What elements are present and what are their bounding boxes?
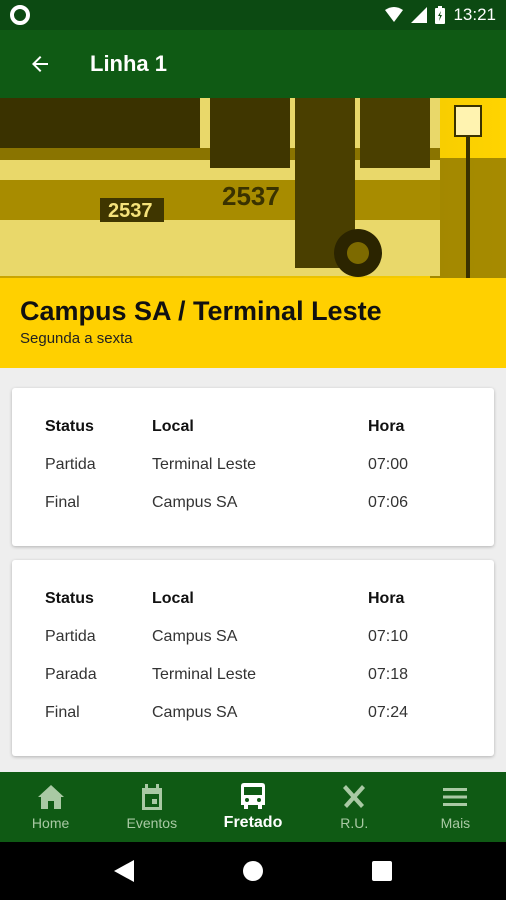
nav-item-label: R.U. <box>340 815 369 831</box>
stop-local: Terminal Leste <box>152 666 257 683</box>
stop-local: Campus SA <box>152 704 238 721</box>
notification-icon <box>10 5 30 25</box>
system-recents-button[interactable] <box>372 861 392 881</box>
nav-item-label: Eventos <box>126 815 178 831</box>
table-row: Final Campus SA 07:24 <box>12 694 494 732</box>
nav-item-ru[interactable]: R.U. <box>304 772 405 842</box>
hero-image: 2537 2537 <box>0 98 506 278</box>
table-header-row: Status Local Hora <box>12 580 494 618</box>
menu-icon <box>443 788 468 806</box>
column-header-hora: Hora <box>368 418 405 435</box>
stop-status: Parada <box>45 666 97 683</box>
status-bar: 13:21 <box>0 0 506 30</box>
stop-status: Partida <box>45 628 96 645</box>
stop-local: Terminal Leste <box>152 456 257 473</box>
route-header: Campus SA / Terminal Leste Segunda a sex… <box>0 278 506 368</box>
stop-hora: 07:18 <box>368 666 409 683</box>
stop-local: Campus SA <box>152 494 238 511</box>
route-name: Campus SA / Terminal Leste <box>20 296 382 326</box>
stop-status: Partida <box>45 456 96 473</box>
nav-item-home[interactable]: Home <box>0 772 101 842</box>
route-days: Segunda a sexta <box>20 330 133 347</box>
table-row: Final Campus SA 07:06 <box>12 484 494 522</box>
schedule-list: Status Local Hora Partida Terminal Leste… <box>0 368 506 772</box>
calendar-icon <box>141 784 162 810</box>
stop-status: Final <box>45 494 80 511</box>
table-header-row: Status Local Hora <box>12 408 494 446</box>
nav-item-label: Home <box>31 815 70 831</box>
column-header-local: Local <box>152 590 194 607</box>
column-header-local: Local <box>152 418 194 435</box>
home-icon <box>37 785 64 809</box>
battery-icon <box>435 6 446 24</box>
table-row: Partida Terminal Leste 07:00 <box>12 446 494 484</box>
stop-hora: 07:06 <box>368 494 409 511</box>
nav-item-label: Fretado <box>223 814 283 831</box>
bus-number-label-2: 2537 <box>222 181 280 211</box>
stop-status: Final <box>45 704 80 721</box>
column-header-status: Status <box>45 418 94 435</box>
system-navigation-bar <box>0 842 506 900</box>
column-header-status: Status <box>45 590 94 607</box>
back-button[interactable] <box>0 30 80 98</box>
clock: 13:21 <box>453 5 496 24</box>
stop-hora: 07:24 <box>368 704 409 721</box>
wifi-icon <box>385 7 404 22</box>
bottom-navigation: Home Eventos Fretado R.U. Mais <box>0 772 506 842</box>
column-header-hora: Hora <box>368 590 405 607</box>
system-home-button[interactable] <box>242 860 264 882</box>
trip-card: Status Local Hora Partida Campus SA 07:1… <box>12 560 494 756</box>
stop-hora: 07:10 <box>368 628 409 645</box>
bus-photo: 2537 2537 <box>0 98 506 278</box>
bus-icon <box>241 783 265 809</box>
page-title: Linha 1 <box>90 51 168 76</box>
arrow-back-icon <box>32 56 48 72</box>
nav-item-fretado[interactable]: Fretado <box>202 772 303 842</box>
restaurant-icon <box>343 785 366 808</box>
nav-item-eventos[interactable]: Eventos <box>101 772 202 842</box>
nav-item-mais[interactable]: Mais <box>405 772 506 842</box>
table-row: Partida Campus SA 07:10 <box>12 618 494 656</box>
stop-hora: 07:00 <box>368 456 409 473</box>
app-bar: Linha 1 <box>0 30 506 98</box>
signal-icon <box>411 7 428 23</box>
stop-local: Campus SA <box>152 628 238 645</box>
system-back-button[interactable] <box>114 860 134 882</box>
table-row: Parada Terminal Leste 07:18 <box>12 656 494 694</box>
trip-card: Status Local Hora Partida Terminal Leste… <box>12 388 494 546</box>
bus-number-label: 2537 <box>108 200 153 222</box>
nav-item-label: Mais <box>440 815 471 831</box>
